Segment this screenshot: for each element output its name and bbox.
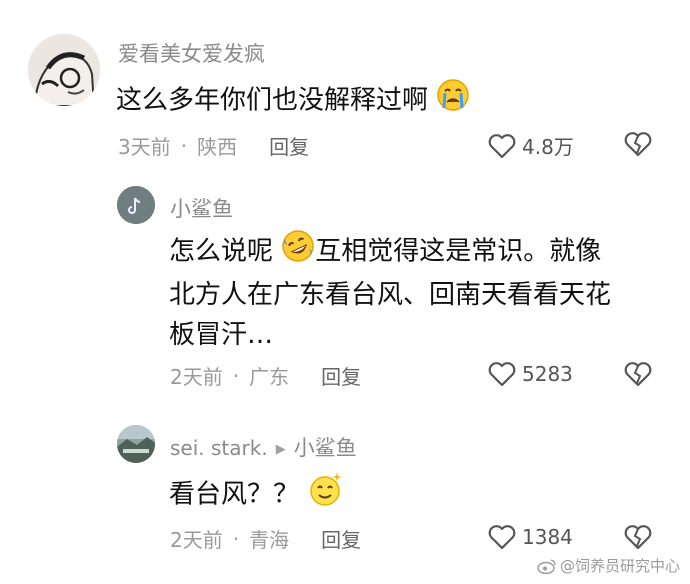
comment-text: 这么多年你们也没解释过啊 [116, 78, 470, 124]
comment-time: 2天前 [170, 528, 223, 552]
comment-meta: 2天前 · 广东 回复 [170, 361, 361, 390]
reply-button[interactable]: 回复 [269, 131, 309, 160]
avatar-landscape-icon [117, 425, 155, 463]
heart-icon [488, 133, 516, 158]
avatar[interactable] [28, 34, 100, 106]
like-button[interactable]: 4.8万 [488, 131, 574, 160]
comment-location: 广东 [249, 365, 290, 389]
broken-heart-icon [624, 525, 652, 550]
comment-location: 陕西 [197, 135, 238, 159]
comment-text-content: 看台风？？ [169, 479, 300, 510]
reply-button[interactable]: 回复 [321, 361, 361, 390]
comment-time: 2天前 [170, 365, 223, 389]
like-count: 5283 [522, 362, 573, 386]
comment-text: 怎么说呢 互相觉得这是常识。就像 北方人在广东看台风、回南天看看天花 板冒汗… [169, 229, 669, 355]
comment-text: 看台风？？ [169, 470, 345, 520]
comment-username[interactable]: 小鲨鱼 [170, 193, 233, 223]
comment-line-2: 北方人在广东看台风、回南天看看天花 [169, 280, 612, 310]
crying-face-icon [436, 78, 470, 124]
like-count: 1384 [522, 525, 573, 549]
broken-heart-icon [624, 362, 652, 387]
separator-dot: · [232, 526, 240, 551]
separator-dot: · [232, 363, 240, 388]
dislike-button[interactable] [624, 361, 652, 391]
comment-text-part-1: 怎么说呢 [169, 236, 274, 267]
comment-meta: 2天前 · 青海 回复 [170, 524, 361, 553]
rofl-face-icon [281, 229, 315, 275]
dislike-button[interactable] [624, 524, 652, 554]
reply-button[interactable]: 回复 [321, 524, 361, 553]
comment-time: 3天前 [118, 135, 171, 159]
like-count: 4.8万 [522, 135, 574, 159]
separator-dot: · [180, 133, 188, 158]
dislike-button[interactable] [624, 131, 652, 161]
watermark-text: @饲养员研究中心 [559, 557, 680, 575]
comment-location: 青海 [249, 528, 290, 552]
watermark: @饲养员研究中心 [537, 555, 680, 576]
sparkle-smile-face-icon [307, 470, 345, 520]
broken-heart-icon [624, 132, 652, 157]
weibo-logo-icon [537, 558, 556, 574]
comment-line-3: 板冒汗… [169, 320, 274, 350]
heart-icon [488, 525, 516, 550]
avatar[interactable] [117, 186, 155, 224]
comment-text-content: 这么多年你们也没解释过啊 [116, 85, 429, 116]
comment-username[interactable]: sei. stark. [170, 436, 268, 460]
like-button[interactable]: 1384 [488, 524, 573, 550]
like-button[interactable]: 5283 [488, 361, 573, 387]
comment-username[interactable]: 爱看美女爱发疯 [118, 38, 265, 68]
reply-header: sei. stark. ▶ 小鲨鱼 [170, 432, 357, 462]
avatar-tiktok-icon [117, 186, 155, 224]
comment-text-part-2: 互相觉得这是常识。就像 [315, 236, 602, 267]
reply-to-username[interactable]: 小鲨鱼 [294, 436, 357, 460]
avatar[interactable] [117, 425, 155, 463]
reply-arrow-icon: ▶ [275, 442, 286, 457]
comment-meta: 3天前 · 陕西 回复 [118, 131, 309, 160]
comment-line-1: 怎么说呢 互相觉得这是常识。就像 [169, 229, 669, 275]
avatar-illustration-icon [28, 34, 100, 106]
heart-icon [488, 362, 516, 387]
